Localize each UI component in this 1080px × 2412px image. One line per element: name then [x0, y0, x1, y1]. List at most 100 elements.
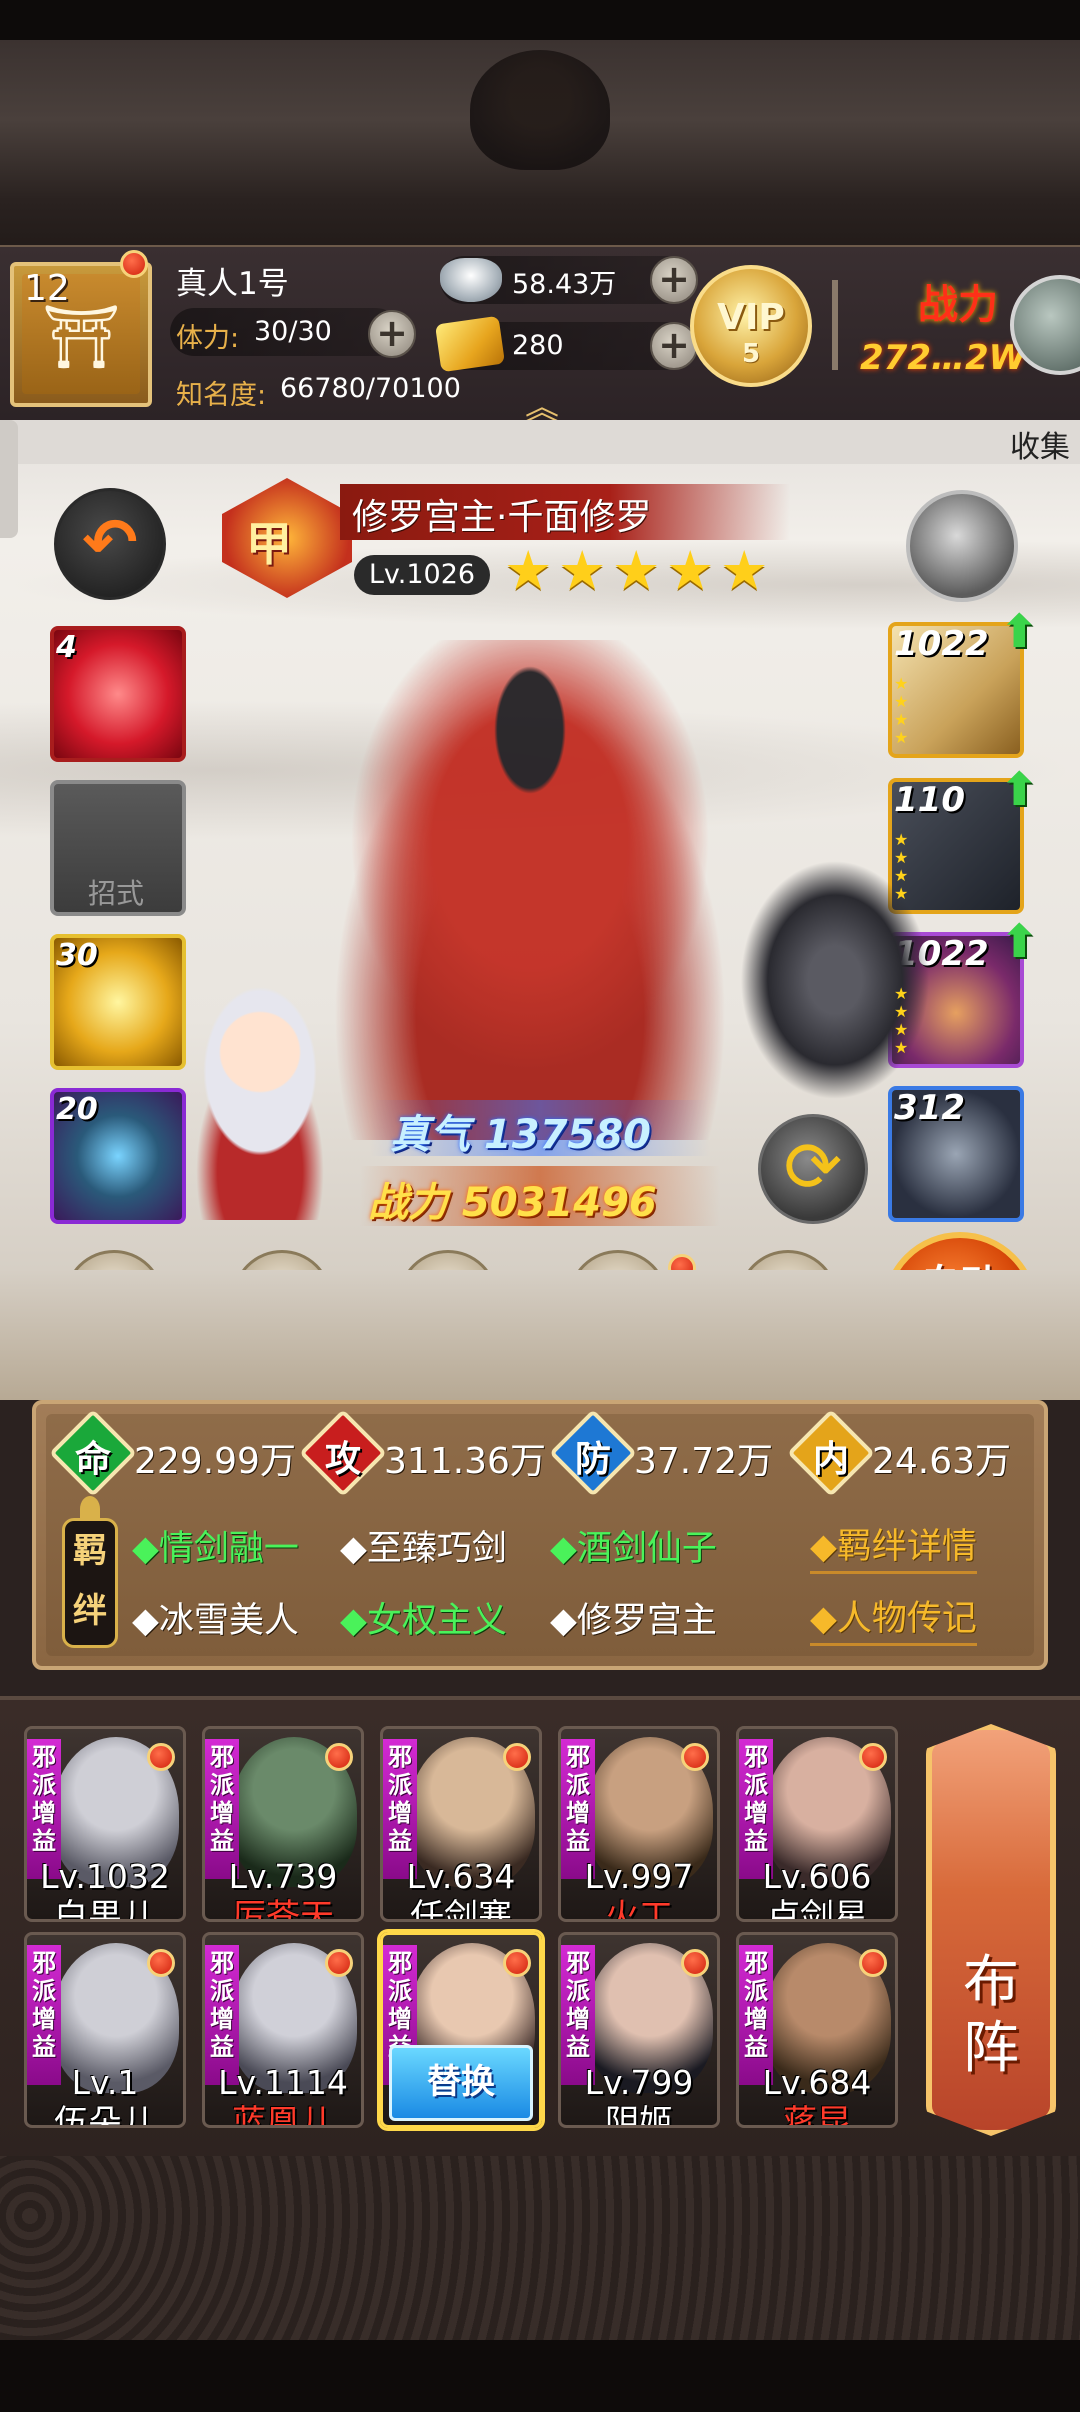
mini-star-icon: ★: [894, 692, 909, 711]
bond-details-link[interactable]: ◆羁绊详情: [810, 1518, 977, 1574]
roof-ornament: [470, 50, 610, 170]
notification-dot-icon: [503, 1949, 531, 1977]
chibi-companion: [160, 980, 360, 1220]
hero-card-name: 蒋昆: [783, 2103, 851, 2128]
hero-card[interactable]: 邪派增益 Lv.1032 白果儿: [24, 1726, 186, 1922]
hero-card[interactable]: 邪派增益 Lv.606 卢剑星: [736, 1726, 898, 1922]
star-icon: ★: [720, 539, 769, 602]
statue-icon[interactable]: [906, 490, 1018, 602]
hero-rank-text: 甲: [246, 517, 292, 571]
bond-item: ◆情剑融一: [132, 1529, 299, 1569]
swap-hero-button[interactable]: ⟳: [758, 1114, 868, 1224]
notification-dot-icon: [503, 1743, 531, 1771]
mini-star-icon: ★: [894, 848, 909, 867]
notification-dot-icon: [859, 1743, 887, 1771]
skill-level: 20: [56, 1092, 98, 1127]
pagoda-icon: ⛩: [42, 300, 121, 373]
upgrade-arrow-icon[interactable]: ⬆: [1000, 914, 1039, 968]
add-stamina-button[interactable]: +: [368, 310, 416, 358]
hero-card[interactable]: 邪派增益 Lv.1 伍朵儿: [24, 1932, 186, 2128]
stat-label: 命: [74, 1439, 111, 1480]
hero-card[interactable]: 邪派增益 Lv.1114 蓝凰儿: [202, 1932, 364, 2128]
vip-label: VIP: [717, 297, 785, 338]
power-label: 战力: [918, 282, 998, 328]
stat-value: 229.99万: [134, 1441, 296, 1482]
skill-level: 30: [56, 938, 98, 973]
notification-dot-icon: [147, 1743, 175, 1771]
stat-label: 攻: [324, 1439, 361, 1480]
hero-level: Lv.1026: [354, 555, 490, 595]
star-icon: ★: [612, 539, 661, 602]
stat-label: 防: [574, 1439, 611, 1480]
hero-card-name: 伍朵儿: [54, 2103, 156, 2128]
back-button[interactable]: ↶: [54, 488, 166, 600]
replace-button[interactable]: 替换: [389, 2045, 533, 2121]
hero-card[interactable]: 邪派增益 Lv.634 任剑寒: [380, 1726, 542, 1922]
notification-dot-icon: [325, 1949, 353, 1977]
stats-backdrop: [0, 1270, 1080, 1400]
biography-link[interactable]: ◆人物传记: [810, 1590, 977, 1646]
bond-item: ◆酒剑仙子: [550, 1529, 717, 1569]
hero-zhenqi: 真气 137580: [390, 1112, 651, 1158]
vip-level: 5: [741, 339, 761, 369]
stat-value: 37.72万: [634, 1441, 774, 1482]
hero-card[interactable]: 邪派增益 Lv.799 阴姬: [558, 1932, 720, 2128]
power-value: 272…2W: [860, 338, 1027, 378]
gold-value: 280: [512, 330, 564, 361]
bond-tag-char: 绊: [73, 1591, 107, 1631]
notification-dot-icon: [325, 1743, 353, 1771]
star-icon: ★: [558, 539, 607, 602]
formation-char: 布: [963, 1950, 1019, 2015]
hero-figure: [300, 640, 760, 1140]
mini-star-icon: ★: [894, 830, 909, 849]
mini-star-icon: ★: [894, 866, 909, 885]
stat-value: 311.36万: [384, 1441, 546, 1482]
notification-dot-icon: [120, 250, 148, 278]
mini-star-icon: ★: [894, 710, 909, 729]
upgrade-arrow-icon[interactable]: ⬆: [1000, 604, 1039, 658]
stat-label: 内: [812, 1439, 849, 1480]
hero-card-name: 火工: [605, 1897, 673, 1922]
bond-item: ◆修罗宫主: [550, 1601, 717, 1641]
skill-level: 4: [56, 630, 77, 665]
notification-dot-icon: [681, 1949, 709, 1977]
hero-card-name: 阴姬: [605, 2103, 673, 2128]
hero-card-name: 白果儿: [54, 1897, 156, 1922]
formation-label: 布 阵: [926, 1950, 1056, 2082]
hero-card-name: 任剑寒: [410, 1897, 512, 1922]
equipment-level: 1022: [894, 624, 989, 664]
star-icon: ★: [666, 539, 715, 602]
bond-tag-char: 羁: [73, 1531, 107, 1571]
equipment-slot-mount[interactable]: 312: [888, 1086, 1024, 1222]
fame-label: 知名度:: [176, 380, 267, 411]
collect-strip: [0, 420, 1080, 464]
formation-char: 阵: [963, 2016, 1019, 2081]
bottom-edge: [0, 2340, 1080, 2412]
add-silver-button[interactable]: +: [650, 256, 698, 304]
bond-item: ◆女权主义: [340, 1601, 507, 1641]
gold-ingot-icon: [434, 315, 506, 373]
skill-slot-label: 招式: [88, 877, 145, 910]
mini-star-icon: ★: [894, 1002, 909, 1021]
hero-card[interactable]: 邪派增益 Lv.997 火工: [558, 1726, 720, 1922]
hero-card-name: 厉苍天: [232, 1897, 334, 1922]
collect-label[interactable]: 收集: [1010, 422, 1070, 466]
equipment-level: 110: [894, 780, 965, 820]
hero-card[interactable]: 邪派增益替换: [380, 1932, 542, 2128]
hero-power: 战力 5031496: [368, 1180, 657, 1226]
hero-card-name: 蓝凰儿: [232, 2103, 334, 2128]
stat-value: 24.63万: [872, 1441, 1012, 1482]
hero-card[interactable]: 邪派增益 Lv.739 厉苍天: [202, 1726, 364, 1922]
skill-slot[interactable]: 4: [50, 626, 186, 762]
player-level: 12: [24, 268, 70, 309]
notification-dot-icon: [147, 1949, 175, 1977]
side-drawer-handle[interactable]: [0, 420, 18, 538]
notification-dot-icon: [859, 1949, 887, 1977]
notification-dot-icon: [681, 1743, 709, 1771]
header-divider: [832, 280, 838, 370]
hero-name: 修罗宫主·千面修罗: [352, 497, 652, 538]
upgrade-arrow-icon[interactable]: ⬆: [1000, 762, 1039, 816]
vip-badge[interactable]: VIP 5: [690, 265, 812, 387]
hero-card[interactable]: 邪派增益 Lv.684 蒋昆: [736, 1932, 898, 2128]
fame-value: 66780/70100: [280, 373, 461, 404]
